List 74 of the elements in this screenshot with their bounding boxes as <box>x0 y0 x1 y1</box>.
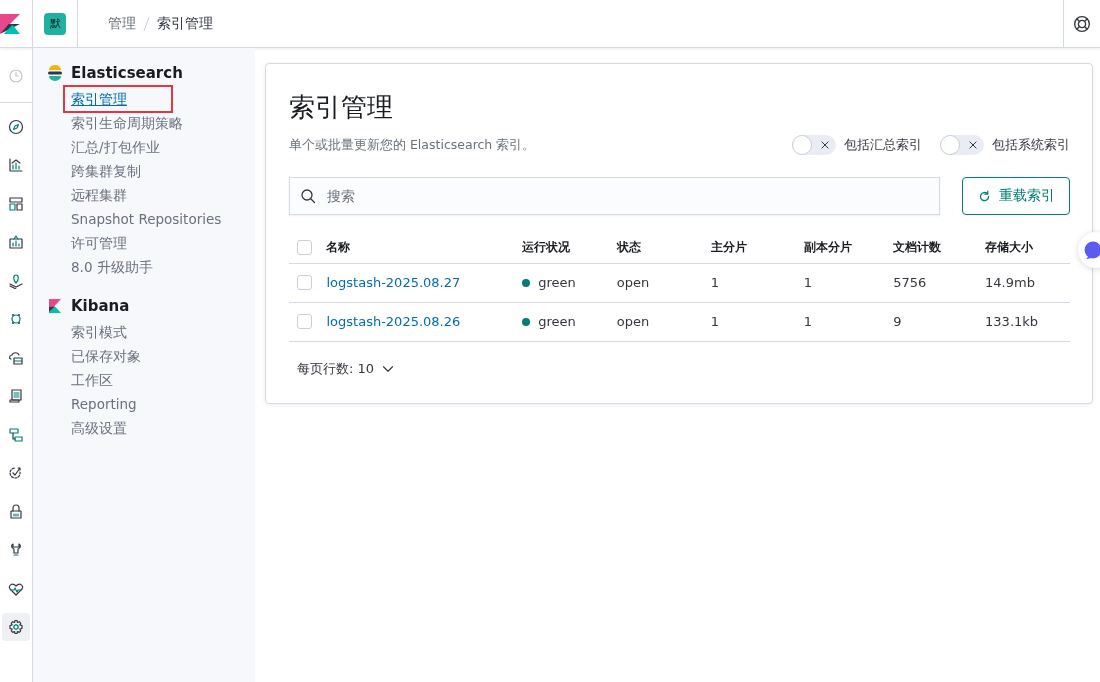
sidebar-item[interactable]: 高级设置 <box>65 416 133 440</box>
select-all-checkbox[interactable] <box>297 240 312 256</box>
table-cell: 1 <box>710 314 719 329</box>
column-header[interactable]: 文档计数 <box>893 240 942 255</box>
table-cell: 14.9mb <box>985 275 1035 290</box>
space-avatar[interactable]: 默 <box>44 12 66 35</box>
sidebar-item[interactable]: 8.0 升级助手 <box>65 255 159 279</box>
gear-icon <box>8 619 24 635</box>
sidebar-item[interactable]: 汇总/打包作业 <box>65 135 166 159</box>
bar-chart-icon <box>8 157 24 173</box>
flow-blocks-icon <box>8 426 24 443</box>
table-cell: 1 <box>803 275 813 290</box>
sidebar-item[interactable]: 索引管理 <box>65 87 171 111</box>
table-cell: open <box>616 314 650 329</box>
cross-icon <box>968 140 978 150</box>
table-cell: 1 <box>803 314 813 329</box>
sidebar-item[interactable]: Snapshot Repositories <box>65 207 228 231</box>
search-icon <box>300 188 316 204</box>
sidebar-item[interactable]: 许可管理 <box>65 231 133 255</box>
column-header[interactable]: 存储大小 <box>985 240 1034 255</box>
nav-button[interactable] <box>2 613 30 641</box>
lock-icon <box>8 503 24 520</box>
section-title: Kibana <box>71 297 130 315</box>
sidebar-item[interactable]: 索引模式 <box>65 320 133 344</box>
column-header[interactable]: 主分片 <box>710 240 747 255</box>
refresh-icon <box>977 189 991 203</box>
column-header[interactable]: 副本分片 <box>803 240 852 255</box>
easel-icon <box>8 234 24 250</box>
table-cell: green <box>538 275 576 291</box>
column-header[interactable]: 名称 <box>326 240 351 255</box>
row-checkbox[interactable] <box>297 275 312 290</box>
cross-icon <box>820 140 830 150</box>
table-cell: 1 <box>710 275 719 290</box>
sidebar-item[interactable]: Reporting <box>65 392 143 416</box>
section-title: Elasticsearch <box>71 64 183 82</box>
app-logo <box>0 13 20 34</box>
clock-icon <box>8 68 24 84</box>
cloud-server-icon <box>8 349 24 366</box>
sidebar-item[interactable]: 已保存对象 <box>65 344 147 368</box>
column-header[interactable]: 状态 <box>616 240 641 255</box>
table-cell: open <box>616 275 650 290</box>
map-pin-icon <box>8 272 24 289</box>
speech-bubble-icon <box>1084 241 1100 259</box>
index-name-link[interactable]: logstash-2025.08.26 <box>326 314 461 329</box>
compass-icon <box>8 118 24 135</box>
sidebar-item[interactable]: 索引生命周期策略 <box>65 111 189 135</box>
table-cell: 5756 <box>893 275 927 290</box>
page-title: 索引管理 <box>289 91 394 124</box>
wrench-icon <box>8 542 24 558</box>
breadcrumb[interactable]: 管理 <box>108 14 136 33</box>
reload-button[interactable]: 重载索引 <box>962 177 1070 215</box>
toggle-label: 包括汇总索引 <box>844 136 922 154</box>
toggle-switch[interactable] <box>940 135 984 155</box>
search-field[interactable]: 搜索 <box>289 177 940 215</box>
toggle-label: 包括系统索引 <box>992 136 1070 154</box>
page-description: 单个或批量更新您的 Elasticsearch 索引。 <box>289 136 537 154</box>
index-name-link[interactable]: logstash-2025.08.27 <box>326 275 461 290</box>
dashboard-icon <box>8 195 24 212</box>
row-checkbox[interactable] <box>297 314 312 329</box>
scroll-icon <box>8 388 24 404</box>
kibana-logo <box>47 298 63 314</box>
column-header[interactable]: 运行状况 <box>522 240 571 255</box>
table-cell: 133.1kb <box>985 314 1039 329</box>
table-cell: green <box>538 314 576 330</box>
table-cell: 9 <box>893 314 902 329</box>
breadcrumb[interactable]: 索引管理 <box>157 14 213 33</box>
check-arrow-icon <box>8 465 24 481</box>
sidebar-item[interactable]: 跨集群复制 <box>65 159 147 183</box>
toggle-switch[interactable] <box>792 135 836 155</box>
sidebar-item[interactable]: 工作区 <box>65 368 119 392</box>
rows-per-page-button[interactable]: 每页行数: 10 <box>297 359 395 378</box>
help-icon[interactable] <box>1073 14 1091 33</box>
elasticsearch-logo <box>47 65 63 81</box>
sidebar-item[interactable]: 远程集群 <box>65 183 133 207</box>
